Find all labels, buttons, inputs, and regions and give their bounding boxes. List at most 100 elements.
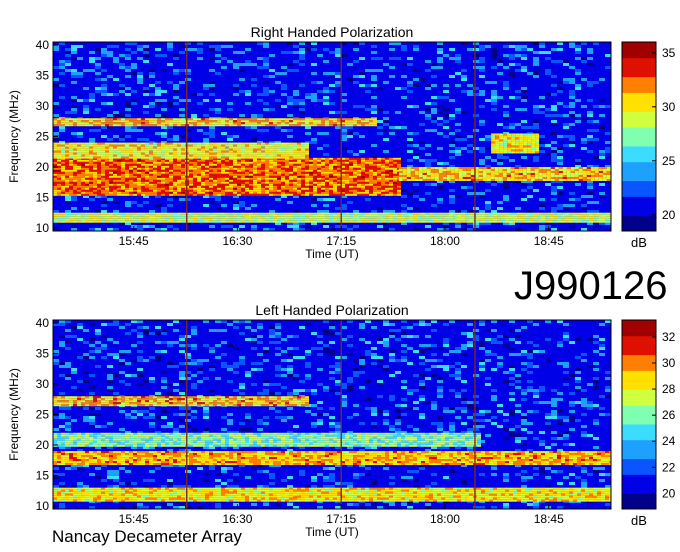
x-tick-label: 18:45: [534, 234, 564, 248]
chart-title: Right Handed Polarization: [251, 24, 414, 40]
colorbar-step: [622, 67, 656, 71]
colorbar-step: [622, 89, 656, 93]
colorbar-step: [622, 405, 656, 409]
colorbar-step: [622, 367, 656, 371]
colorbar-step: [622, 446, 656, 450]
colorbar-step: [622, 433, 656, 438]
colorbar-step: [622, 395, 656, 400]
colorbar-step: [622, 490, 656, 494]
colorbar-step: [622, 348, 656, 352]
colorbar-step: [622, 120, 656, 125]
x-tick-label: 16:30: [222, 512, 252, 526]
colorbar-step: [622, 92, 656, 97]
colorbar-step: [622, 215, 656, 219]
spectrogram-right: [53, 42, 611, 231]
colorbar-tick-label: 28: [662, 382, 676, 396]
y-axis-label: Frequency (MHz): [7, 90, 21, 183]
colorbar-step: [622, 392, 656, 397]
colorbar-step: [622, 101, 656, 106]
colorbar-label: dB: [631, 235, 647, 250]
colorbar-step: [622, 342, 656, 346]
colorbar-step: [622, 54, 656, 59]
colorbar-step: [622, 208, 656, 213]
colorbar-step: [622, 364, 656, 368]
y-tick-label: 15: [36, 190, 50, 204]
x-tick-label: 15:45: [119, 512, 149, 526]
x-tick-label: 18:00: [430, 512, 460, 526]
colorbar-step: [622, 86, 656, 90]
colorbar-step: [622, 354, 656, 359]
colorbar-step: [622, 76, 656, 81]
colorbar-step: [622, 114, 656, 119]
event-id-label: J990126: [514, 264, 668, 308]
colorbar-step: [622, 455, 656, 460]
colorbar-step: [622, 171, 656, 175]
x-axis-label: Time (UT): [305, 525, 359, 539]
colorbar-step: [622, 180, 656, 185]
x-tick-label: 16:30: [222, 234, 252, 248]
colorbar-step: [622, 142, 656, 147]
colorbar-step: [622, 480, 656, 485]
y-tick-label: 40: [36, 38, 50, 52]
colorbar-tick-label: 30: [662, 100, 676, 114]
colorbar-step: [622, 130, 656, 134]
colorbar-step: [622, 221, 656, 226]
colorbar-tick-label: 24: [662, 434, 676, 448]
colorbar-step: [622, 79, 656, 84]
colorbar-step: [622, 168, 656, 172]
colorbar-step: [622, 338, 656, 343]
colorbar-step: [622, 436, 656, 441]
colorbar-step: [622, 117, 656, 122]
colorbar-tick-label: 20: [662, 486, 676, 500]
colorbar-step: [622, 51, 656, 56]
chart-title: Left Handed Polarization: [255, 302, 408, 318]
colorbar-step: [622, 145, 656, 150]
y-tick-label: 25: [36, 408, 50, 422]
y-axis-label: Frequency (MHz): [7, 368, 21, 461]
colorbar-step: [622, 499, 656, 504]
colorbar-step: [622, 376, 656, 381]
colorbar-step: [622, 502, 656, 507]
colorbar-step: [622, 183, 656, 188]
colorbar-step: [622, 486, 656, 491]
colorbar-tick-label: 32: [662, 330, 676, 344]
y-tick-label: 30: [36, 377, 50, 391]
colorbar-step: [622, 42, 656, 46]
y-tick-label: 20: [36, 438, 50, 452]
colorbar-step: [622, 323, 656, 327]
colorbar-step: [622, 379, 656, 384]
colorbar-step: [622, 411, 656, 415]
colorbar-step: [622, 127, 656, 131]
colorbar-step: [622, 383, 656, 387]
colorbar-step: [622, 332, 656, 337]
colorbar-step: [622, 329, 656, 334]
colorbar-step: [622, 218, 656, 223]
y-tick-label: 20: [36, 160, 50, 174]
colorbar-step: [622, 357, 656, 362]
colorbar-step: [622, 401, 656, 406]
colorbar-step: [622, 161, 656, 166]
colorbar-step: [622, 149, 656, 153]
y-tick-label: 15: [36, 468, 50, 482]
colorbar-step: [622, 474, 656, 478]
colorbar-step: [622, 60, 656, 65]
colorbar-step: [622, 351, 656, 356]
colorbar-step: [622, 430, 656, 434]
colorbar-step: [622, 48, 656, 52]
colorbar-step: [622, 320, 656, 324]
colorbar-step: [622, 468, 656, 472]
colorbar-step: [622, 360, 656, 365]
colorbar-step: [622, 423, 656, 428]
colorbar-step: [622, 345, 656, 349]
colorbar-tick-label: 26: [662, 408, 676, 422]
colorbar-step: [622, 64, 656, 68]
y-tick-label: 35: [36, 347, 50, 361]
colorbar-step: [622, 370, 656, 375]
colorbar-step: [622, 95, 656, 100]
colorbar-step: [622, 326, 656, 330]
colorbar-step: [622, 464, 656, 469]
colorbar-step: [622, 57, 656, 62]
colorbar-step: [622, 70, 656, 74]
colorbar-step: [622, 111, 656, 115]
y-tick-label: 35: [36, 69, 50, 83]
